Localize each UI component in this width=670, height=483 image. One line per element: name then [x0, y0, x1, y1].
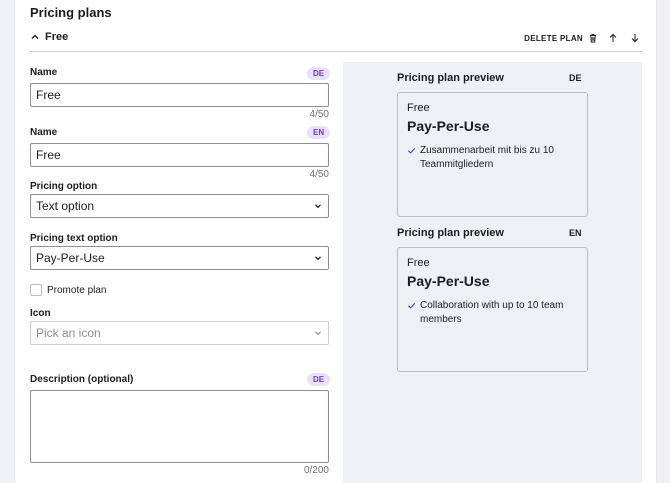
collapse-plan-button[interactable]: Free	[30, 31, 68, 43]
name-en-label: Name	[30, 127, 58, 138]
plan-header: Free DELETE PLAN	[30, 31, 642, 52]
pricing-option-value: Text option	[36, 199, 95, 213]
name-de-counter: 4/50	[309, 109, 329, 120]
chevron-down-icon	[315, 204, 321, 209]
icon-select[interactable]: Pick an icon	[30, 321, 329, 345]
preview-plan-name: Free	[407, 257, 430, 269]
plan-name: Free	[45, 31, 69, 43]
pricing-option-select[interactable]: Text option	[30, 194, 329, 218]
pricing-text-option-select[interactable]: Pay-Per-Use	[30, 246, 329, 270]
chevron-down-icon	[315, 256, 321, 261]
plan-actions: DELETE PLAN	[524, 31, 642, 45]
preview-title-de: Pricing plan preview	[397, 72, 504, 84]
promote-plan-row[interactable]: Promote plan	[30, 284, 106, 296]
preview-plan-price: Pay-Per-Use	[407, 118, 490, 134]
pricing-plans-card: Pricing plans Free DELETE PLAN Name DE F…	[14, 0, 657, 483]
icon-label: Icon	[30, 308, 51, 319]
section-title: Pricing plans	[30, 5, 112, 20]
trash-icon	[590, 34, 596, 43]
move-down-button[interactable]	[628, 31, 642, 45]
move-up-button[interactable]	[606, 31, 620, 45]
arrow-up-icon	[609, 33, 617, 42]
preview-panel: Pricing plan preview DE Free Pay-Per-Use…	[343, 62, 642, 483]
pricing-option-label: Pricing option	[30, 181, 98, 192]
lang-badge-de: DE	[307, 373, 331, 386]
pricing-text-option-label: Pricing text option	[30, 233, 118, 244]
pricing-text-option-value: Pay-Per-Use	[36, 251, 105, 265]
promote-plan-checkbox[interactable]	[30, 284, 42, 296]
description-textarea[interactable]	[30, 390, 329, 463]
checkmark-icon	[407, 147, 416, 154]
preview-plan-price: Pay-Per-Use	[407, 273, 490, 289]
preview-lang-en: EN	[569, 228, 582, 238]
arrow-down-icon	[631, 34, 639, 43]
lang-badge-de: DE	[307, 67, 331, 80]
chevron-down-icon	[315, 331, 321, 336]
lang-badge-en: EN	[307, 126, 331, 139]
name-en-input[interactable]: Free	[30, 143, 329, 167]
name-en-counter: 4/50	[309, 169, 329, 180]
name-de-label: Name	[30, 67, 58, 78]
description-counter: 0/200	[303, 465, 329, 476]
preview-feature-text: Zusammenarbeit mit bis zu 10 Teammitglie…	[420, 145, 554, 170]
preview-plan-name: Free	[407, 102, 430, 114]
promote-plan-label: Promote plan	[47, 284, 107, 296]
description-label: Description (optional)	[30, 374, 134, 385]
delete-plan-label: DELETE PLAN	[524, 33, 583, 43]
preview-title-en: Pricing plan preview	[397, 227, 504, 239]
preview-feature: Collaboration with up to 10 team members	[407, 299, 578, 327]
delete-plan-button[interactable]: DELETE PLAN	[524, 33, 598, 43]
chevron-up-icon	[31, 34, 39, 39]
icon-select-placeholder: Pick an icon	[36, 326, 101, 340]
checkmark-icon	[407, 302, 416, 309]
preview-feature-text: Collaboration with up to 10 team members	[420, 300, 564, 325]
preview-feature: Zusammenarbeit mit bis zu 10 Teammitglie…	[407, 144, 578, 172]
name-de-input[interactable]: Free	[30, 83, 329, 107]
preview-card-en: Free Pay-Per-Use Collaboration with up t…	[397, 247, 588, 372]
preview-lang-de: DE	[569, 73, 582, 83]
preview-card-de: Free Pay-Per-Use Zusammenarbeit mit bis …	[397, 92, 588, 217]
